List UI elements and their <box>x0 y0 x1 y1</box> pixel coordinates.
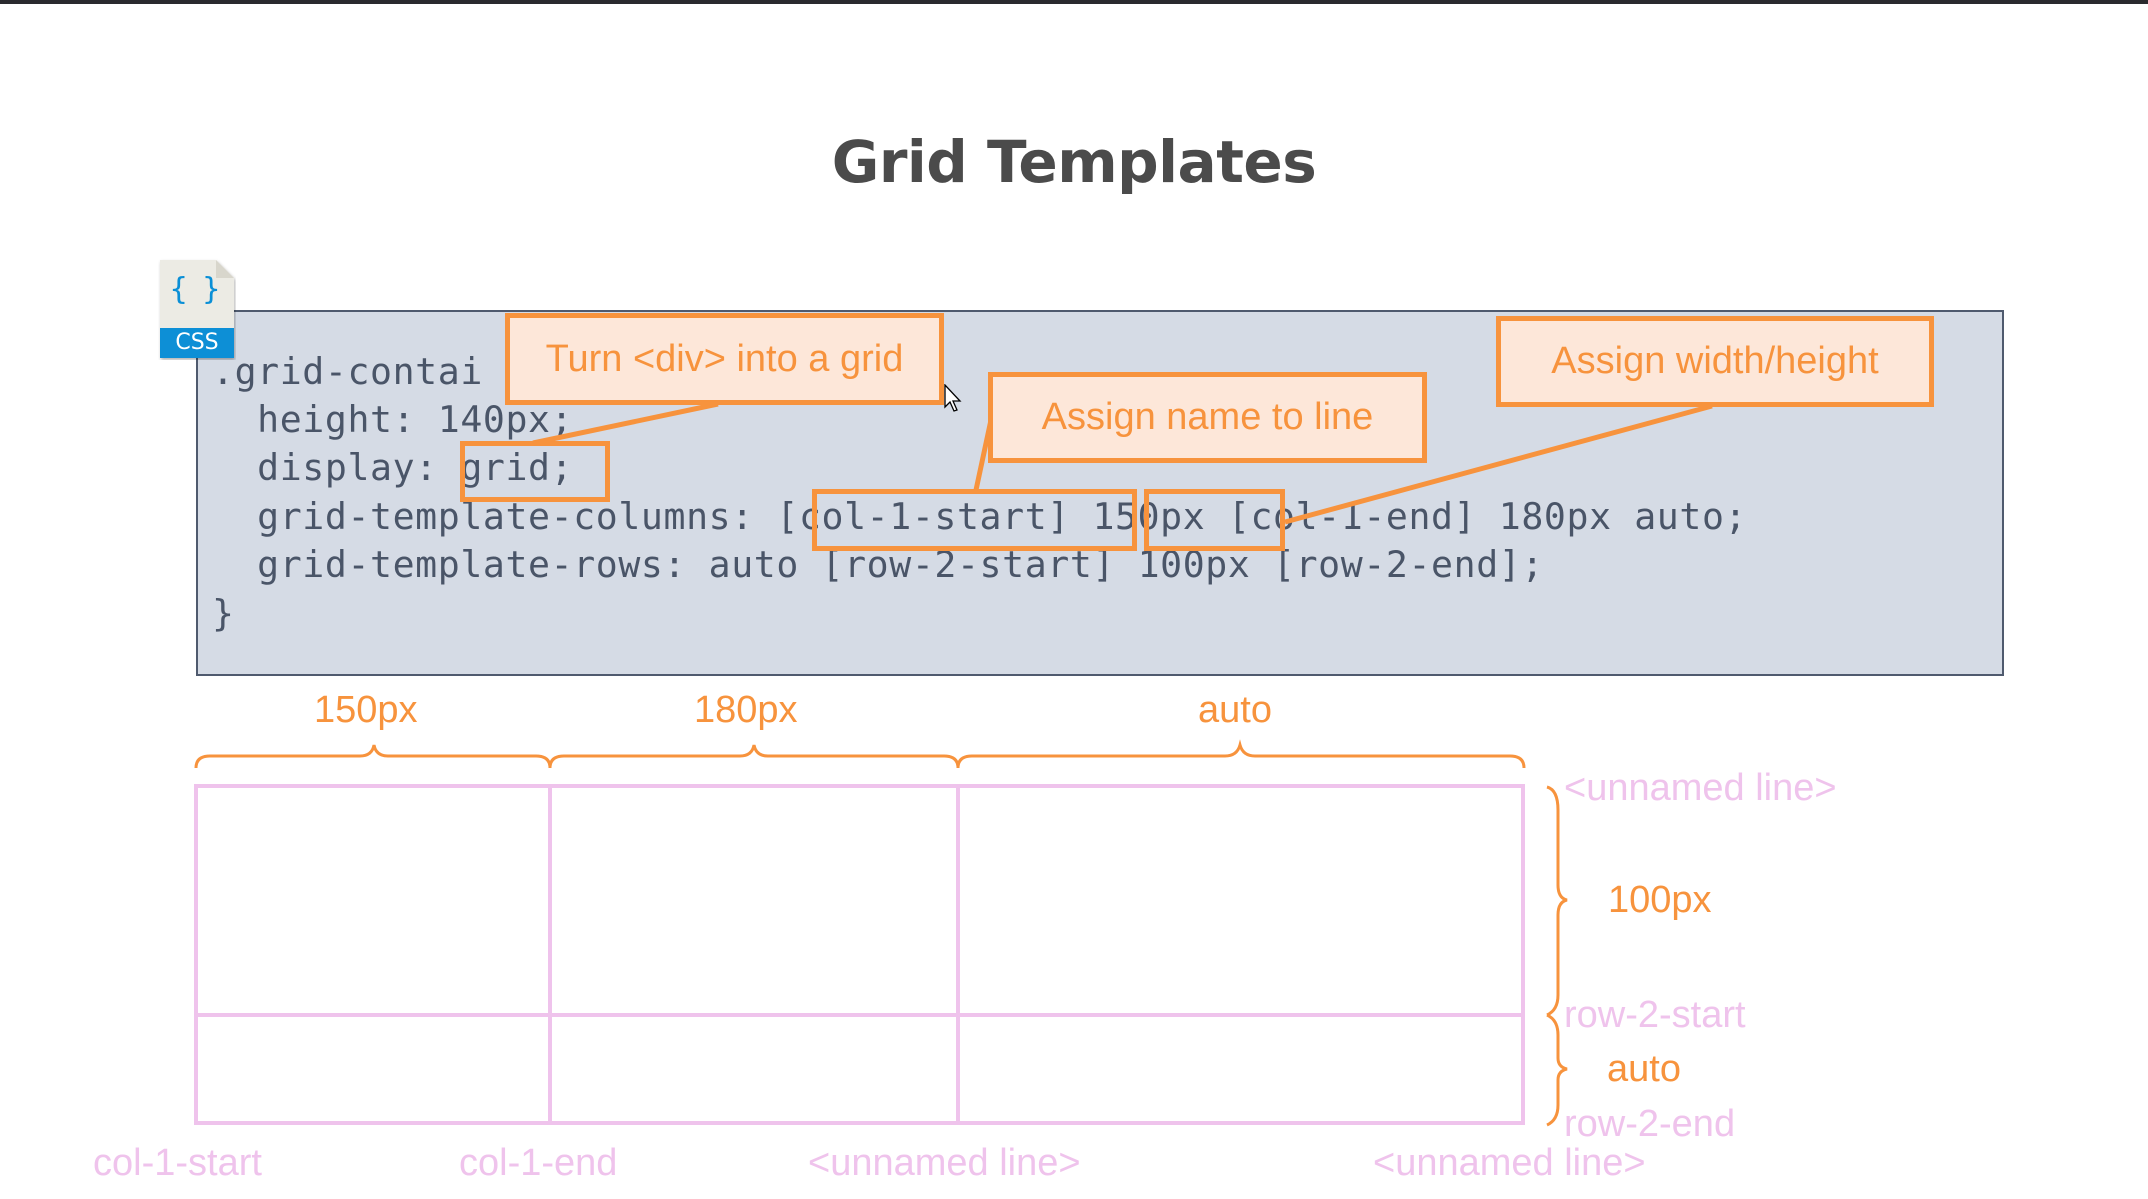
column-size-label: 180px <box>694 689 798 731</box>
brace-row-1 <box>1546 785 1568 1017</box>
brace-column-1 <box>194 744 552 769</box>
grid-outline <box>194 784 1525 1125</box>
row-line-name: row-2-end <box>1564 1103 1736 1145</box>
row-line-name: <unnamed line> <box>1564 767 1837 809</box>
row-size-label: 100px <box>1608 879 1712 921</box>
brace-column-2 <box>548 744 960 769</box>
row-size-label: auto <box>1607 1048 1681 1090</box>
column-size-label: 150px <box>314 689 418 731</box>
grid-diagram <box>194 739 1568 1127</box>
column-line-name: <unnamed line> <box>808 1142 1081 1184</box>
brace-column-3 <box>956 739 1526 769</box>
column-line-name: col-1-start <box>93 1142 262 1184</box>
row-line-name: row-2-start <box>1564 994 1746 1036</box>
column-line-name: <unnamed line> <box>1373 1142 1646 1184</box>
column-line-name: col-1-end <box>459 1142 618 1184</box>
column-size-label: auto <box>1198 689 1272 731</box>
